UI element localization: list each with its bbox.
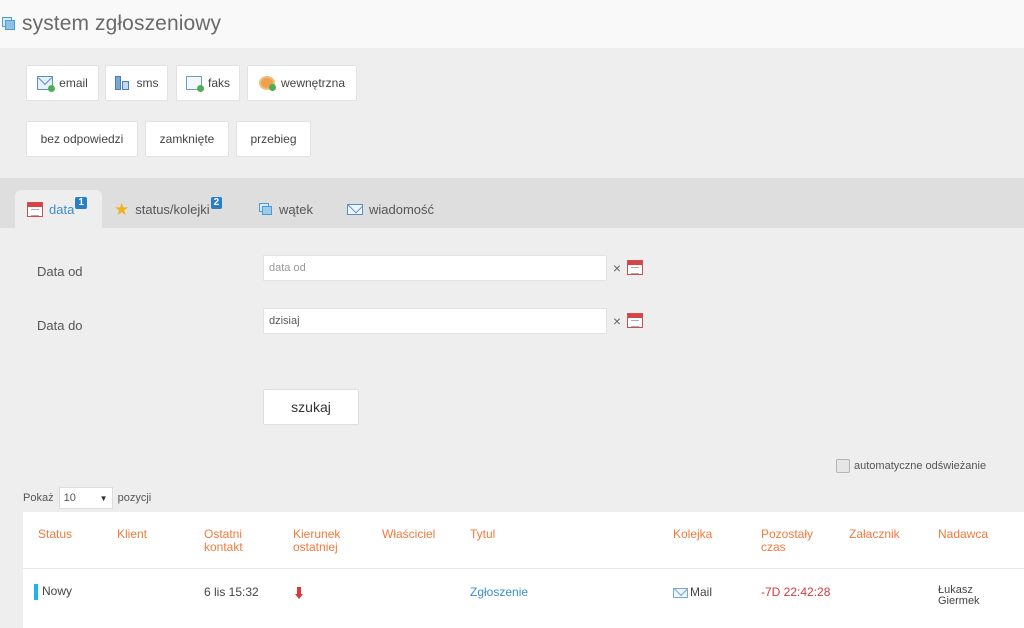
thread-icon	[259, 202, 273, 216]
tab-status-queues[interactable]: ★ status/kolejki 2	[102, 190, 234, 228]
internal-button-label: wewnętrzna	[280, 76, 346, 90]
app-title: system zgłoszeniowy	[22, 12, 222, 35]
date-to-label: Data do	[37, 318, 83, 333]
column-header-remaining-line1: Pozostały	[761, 527, 814, 541]
star-icon: ★	[114, 199, 130, 219]
tab-status-queues-badge: 2	[210, 197, 223, 209]
column-header-last-contact-line1: Ostatni	[204, 527, 243, 541]
date-to-calendar-icon[interactable]	[627, 313, 643, 328]
column-header-queue[interactable]: Kolejka	[673, 528, 712, 541]
calendar-icon	[27, 201, 43, 217]
sender-line2: Giermek	[938, 595, 980, 607]
closed-button-label: zamknięte	[159, 132, 215, 146]
tab-date-label: data	[49, 201, 75, 217]
date-from-clear-icon[interactable]: ×	[610, 255, 624, 281]
header-divider	[23, 568, 1024, 569]
tab-thread-label: wątek	[279, 201, 313, 217]
column-header-direction-line1: Kierunek	[293, 527, 341, 541]
sms-icon	[114, 76, 131, 90]
fax-button[interactable]: faks	[176, 65, 240, 101]
column-header-client[interactable]: Klient	[117, 528, 147, 541]
email-button-label: email	[59, 76, 88, 90]
date-from-input[interactable]	[263, 255, 607, 281]
search-button[interactable]: szukaj	[263, 389, 359, 425]
history-button-label: przebieg	[250, 132, 297, 146]
sms-button-label: sms	[136, 76, 159, 90]
status-text: Nowy	[42, 584, 73, 599]
cell-status: Nowy	[34, 584, 72, 600]
history-button[interactable]: przebieg	[236, 121, 311, 157]
chevron-down-icon: ▼	[99, 493, 108, 503]
date-to-input[interactable]	[263, 308, 607, 334]
column-header-last-contact[interactable]: Ostatni kontakt	[204, 528, 243, 554]
date-from-label: Data od	[37, 264, 83, 279]
column-header-owner[interactable]: Właściciel	[382, 528, 435, 541]
fax-icon	[185, 76, 204, 92]
column-header-direction-line2: ostatniej	[293, 540, 338, 554]
app-logo-icon	[2, 17, 16, 31]
column-header-direction[interactable]: Kierunek ostatniej	[293, 528, 340, 554]
column-header-last-contact-line2: kontakt	[204, 540, 243, 554]
tab-thread[interactable]: wątek	[247, 190, 325, 228]
show-label: Pokaż	[23, 492, 54, 504]
page-size-value: 10	[63, 492, 76, 504]
tab-date[interactable]: data 1	[15, 190, 102, 228]
arrow-down-icon	[295, 587, 303, 599]
tab-date-badge: 1	[75, 197, 87, 209]
date-from-calendar-icon[interactable]	[627, 260, 643, 275]
page-size-control: Pokaż 10 ▼ pozycji	[23, 487, 151, 509]
column-header-attachment[interactable]: Załacznik	[849, 528, 900, 541]
tab-message-label: wiadomość	[369, 201, 435, 217]
page-size-select[interactable]: 10 ▼	[58, 487, 113, 509]
email-button[interactable]: email	[26, 65, 99, 101]
auto-refresh-label: automatyczne odświeżanie	[854, 460, 987, 472]
email-icon	[37, 76, 56, 92]
mail-icon	[673, 587, 688, 598]
column-header-remaining[interactable]: Pozostały czas	[761, 528, 813, 554]
cell-queue: Mail	[673, 585, 712, 599]
column-header-sender[interactable]: Nadawca	[938, 528, 988, 541]
app-header: system zgłoszeniowy	[0, 0, 1024, 48]
column-header-title[interactable]: Tytul	[470, 528, 495, 541]
cell-last-contact: 6 lis 15:32	[204, 585, 259, 599]
status-indicator	[34, 584, 38, 600]
date-to-clear-icon[interactable]: ×	[610, 308, 624, 334]
tab-status-queues-label: status/kolejki	[135, 201, 210, 217]
internal-icon	[258, 76, 276, 91]
cell-sender: Łukasz Giermek	[938, 585, 980, 607]
cell-remaining-time: -7D 22:42:28	[761, 585, 831, 599]
auto-refresh-checkbox[interactable]	[836, 459, 850, 473]
unanswered-button-label: bez odpowiedzi	[40, 132, 124, 146]
column-header-status[interactable]: Status	[38, 528, 72, 541]
closed-button[interactable]: zamknięte	[145, 121, 229, 157]
envelope-icon	[347, 203, 363, 215]
fax-button-label: faks	[207, 76, 230, 90]
internal-button[interactable]: wewnętrzna	[247, 65, 357, 101]
ticket-title-link[interactable]: Zgłoszenie	[470, 585, 528, 599]
tab-message[interactable]: wiadomość	[335, 190, 446, 228]
queue-text: Mail	[690, 585, 713, 599]
tabs-bar: data 1 ★ status/kolejki 2 wątek wiadomoś…	[0, 178, 1024, 228]
auto-refresh: automatyczne odświeżanie	[836, 459, 986, 473]
tickets-table: Status Klient Ostatni kontakt Kierunek o…	[23, 512, 1024, 628]
sms-button[interactable]: sms	[105, 65, 168, 101]
unanswered-button[interactable]: bez odpowiedzi	[26, 121, 138, 157]
column-header-remaining-line2: czas	[761, 540, 786, 554]
positions-label: pozycji	[117, 492, 152, 504]
